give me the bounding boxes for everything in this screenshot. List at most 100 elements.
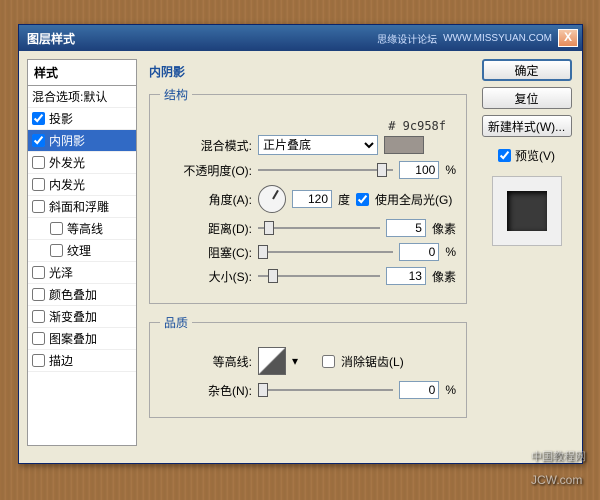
style-label: 颜色叠加 (49, 286, 97, 303)
style-checkbox[interactable] (32, 178, 45, 191)
structure-legend: 结构 (160, 86, 192, 103)
preview-box (492, 176, 562, 246)
style-row[interactable]: 投影 (28, 108, 136, 130)
noise-input[interactable] (399, 381, 439, 399)
style-checkbox[interactable] (32, 156, 45, 169)
style-checkbox[interactable] (32, 134, 45, 147)
style-label: 投影 (49, 110, 73, 127)
opacity-row: 不透明度(O): % (160, 161, 456, 179)
color-swatch[interactable] (384, 136, 424, 154)
style-row[interactable]: 斜面和浮雕 (28, 196, 136, 218)
size-slider[interactable] (258, 267, 380, 285)
section-title: 内阴影 (149, 63, 467, 80)
preview-row: 预览(V) (498, 147, 555, 164)
brand-text: 思缘设计论坛 (377, 31, 437, 46)
contour-picker[interactable] (258, 347, 286, 375)
global-light-checkbox[interactable] (356, 193, 369, 206)
size-unit: 像素 (432, 268, 456, 285)
quality-group: 品质 等高线: ▾ 消除锯齿(L) 杂色(N): % (149, 314, 467, 418)
watermark: 中国教程网 JCW.com (531, 448, 586, 490)
blend-options-label: 混合选项:默认 (32, 88, 107, 105)
chevron-down-icon[interactable]: ▾ (292, 354, 298, 368)
reset-button[interactable]: 复位 (482, 87, 572, 109)
blend-mode-row2: 混合模式: 正片叠底 (160, 135, 456, 155)
style-label: 描边 (49, 352, 73, 369)
global-light-label: 使用全局光(G) (375, 191, 452, 208)
style-checkbox[interactable] (32, 200, 45, 213)
angle-input[interactable] (292, 190, 332, 208)
size-label: 大小(S): (160, 268, 252, 285)
size-input[interactable] (386, 267, 426, 285)
style-row[interactable]: 内发光 (28, 174, 136, 196)
style-label: 图案叠加 (49, 330, 97, 347)
contour-label: 等高线: (160, 353, 252, 370)
style-checkbox[interactable] (32, 354, 45, 367)
style-label: 纹理 (67, 242, 91, 259)
choke-unit: % (445, 245, 456, 259)
style-checkbox[interactable] (32, 332, 45, 345)
style-row[interactable]: 描边 (28, 350, 136, 372)
distance-slider[interactable] (258, 219, 380, 237)
distance-unit: 像素 (432, 220, 456, 237)
choke-row: 阻塞(C): % (160, 243, 456, 261)
angle-label: 角度(A): (160, 191, 252, 208)
style-row[interactable]: 图案叠加 (28, 328, 136, 350)
choke-input[interactable] (399, 243, 439, 261)
blend-options-row[interactable]: 混合选项:默认 (28, 86, 136, 108)
style-checkbox[interactable] (50, 222, 63, 235)
titlebar[interactable]: 图层样式 思缘设计论坛 WWW.MISSYUAN.COM X (19, 25, 582, 51)
style-checkbox[interactable] (50, 244, 63, 257)
style-row[interactable]: 等高线 (28, 218, 136, 240)
watermark-sub: 中国教程网 (531, 448, 586, 464)
noise-unit: % (445, 383, 456, 397)
style-row[interactable]: 渐变叠加 (28, 306, 136, 328)
preview-swatch (507, 191, 547, 231)
style-row[interactable]: 纹理 (28, 240, 136, 262)
style-header: 样式 (27, 59, 137, 86)
style-checkbox[interactable] (32, 288, 45, 301)
watermark-main: JCW.com (531, 473, 582, 487)
angle-unit: 度 (338, 191, 350, 208)
style-row[interactable]: 内阴影 (28, 130, 136, 152)
style-checkbox[interactable] (32, 112, 45, 125)
site-text: WWW.MISSYUAN.COM (443, 33, 552, 44)
preview-checkbox[interactable] (498, 149, 511, 162)
contour-row: 等高线: ▾ 消除锯齿(L) (160, 347, 456, 375)
style-checkbox[interactable] (32, 310, 45, 323)
distance-input[interactable] (386, 219, 426, 237)
antialias-checkbox[interactable] (322, 355, 335, 368)
blend-mode-select[interactable]: 正片叠底 (258, 135, 378, 155)
button-column: 确定 复位 新建样式(W)... 预览(V) (479, 59, 574, 455)
style-label: 光泽 (49, 264, 73, 281)
style-label: 内发光 (49, 176, 85, 193)
style-list-column: 样式 混合选项:默认 投影内阴影外发光内发光斜面和浮雕等高线纹理光泽颜色叠加渐变… (27, 59, 137, 455)
distance-label: 距离(D): (160, 220, 252, 237)
distance-row: 距离(D): 像素 (160, 219, 456, 237)
noise-slider[interactable] (258, 381, 393, 399)
style-list: 混合选项:默认 投影内阴影外发光内发光斜面和浮雕等高线纹理光泽颜色叠加渐变叠加图… (27, 86, 137, 446)
blend-mode-label: 混合模式: (160, 137, 252, 154)
angle-dial[interactable] (258, 185, 286, 213)
style-label: 内阴影 (49, 132, 85, 149)
dialog-title: 图层样式 (23, 30, 377, 47)
opacity-label: 不透明度(O): (160, 162, 252, 179)
style-label: 外发光 (49, 154, 85, 171)
structure-group: 结构 # 9c958f 混合模式: 正片叠底 不透明度(O): % 角度(A): (149, 86, 467, 304)
ok-button[interactable]: 确定 (482, 59, 572, 81)
style-row[interactable]: 光泽 (28, 262, 136, 284)
preview-label: 预览(V) (515, 147, 555, 164)
style-row[interactable]: 外发光 (28, 152, 136, 174)
style-label: 等高线 (67, 220, 103, 237)
new-style-button[interactable]: 新建样式(W)... (482, 115, 572, 137)
opacity-slider[interactable] (258, 161, 393, 179)
style-row[interactable]: 颜色叠加 (28, 284, 136, 306)
noise-label: 杂色(N): (160, 382, 252, 399)
style-checkbox[interactable] (32, 266, 45, 279)
noise-row: 杂色(N): % (160, 381, 456, 399)
close-button[interactable]: X (558, 29, 578, 47)
style-label: 渐变叠加 (49, 308, 97, 325)
choke-slider[interactable] (258, 243, 393, 261)
opacity-input[interactable] (399, 161, 439, 179)
antialias-label: 消除锯齿(L) (341, 353, 404, 370)
dialog-content: 样式 混合选项:默认 投影内阴影外发光内发光斜面和浮雕等高线纹理光泽颜色叠加渐变… (19, 51, 582, 463)
